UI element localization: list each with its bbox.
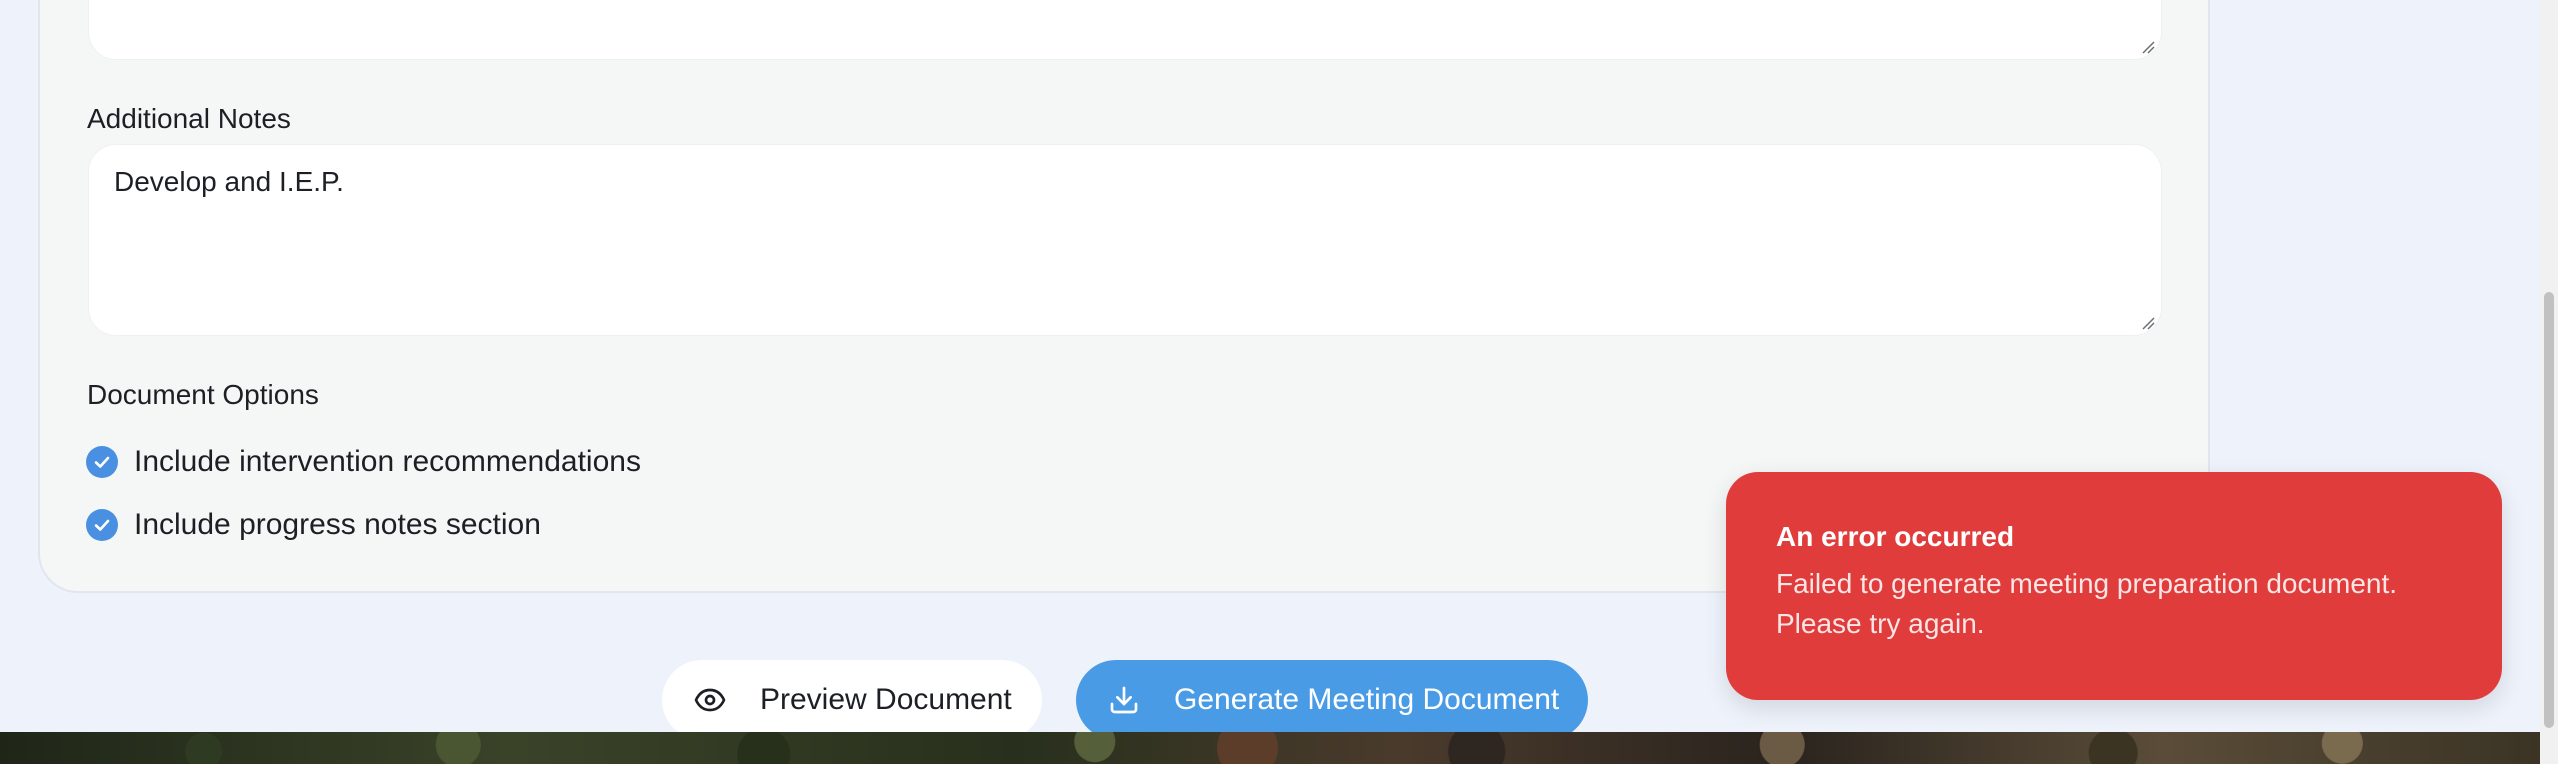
generate-meeting-document-label: Generate Meeting Document [1174,683,1560,716]
toast-title: An error occurred [1776,521,2015,552]
vertical-scrollbar[interactable] [2540,0,2558,764]
check-circle-icon[interactable] [86,446,118,478]
option-progress-notes[interactable]: Include progress notes section [86,507,541,543]
download-icon [1110,686,1138,714]
preview-document-button[interactable]: Preview Document [662,660,1042,740]
error-toast: An error occurred Failed to generate mee… [1726,472,2502,700]
eye-icon [694,688,726,712]
previous-textarea[interactable] [88,0,2162,60]
document-options-label: Document Options [87,379,319,410]
additional-notes-label: Additional Notes [87,103,291,134]
resize-handle-icon[interactable] [2140,39,2155,54]
additional-notes-textarea[interactable]: Develop and I.E.P. [88,144,2162,336]
option-label: Include intervention recommendations [134,445,641,478]
check-circle-icon[interactable] [86,509,118,541]
option-intervention-recommendations[interactable]: Include intervention recommendations [86,444,641,480]
resize-handle-icon[interactable] [2140,315,2155,330]
footer-background-image [0,732,2546,764]
preview-document-label: Preview Document [760,683,1012,716]
option-label: Include progress notes section [134,508,541,541]
generate-meeting-document-button[interactable]: Generate Meeting Document [1076,660,1588,740]
toast-message: Failed to generate meeting preparation d… [1776,568,2398,639]
additional-notes-value: Develop and I.E.P. [114,166,344,197]
scrollbar-thumb[interactable] [2544,292,2554,728]
